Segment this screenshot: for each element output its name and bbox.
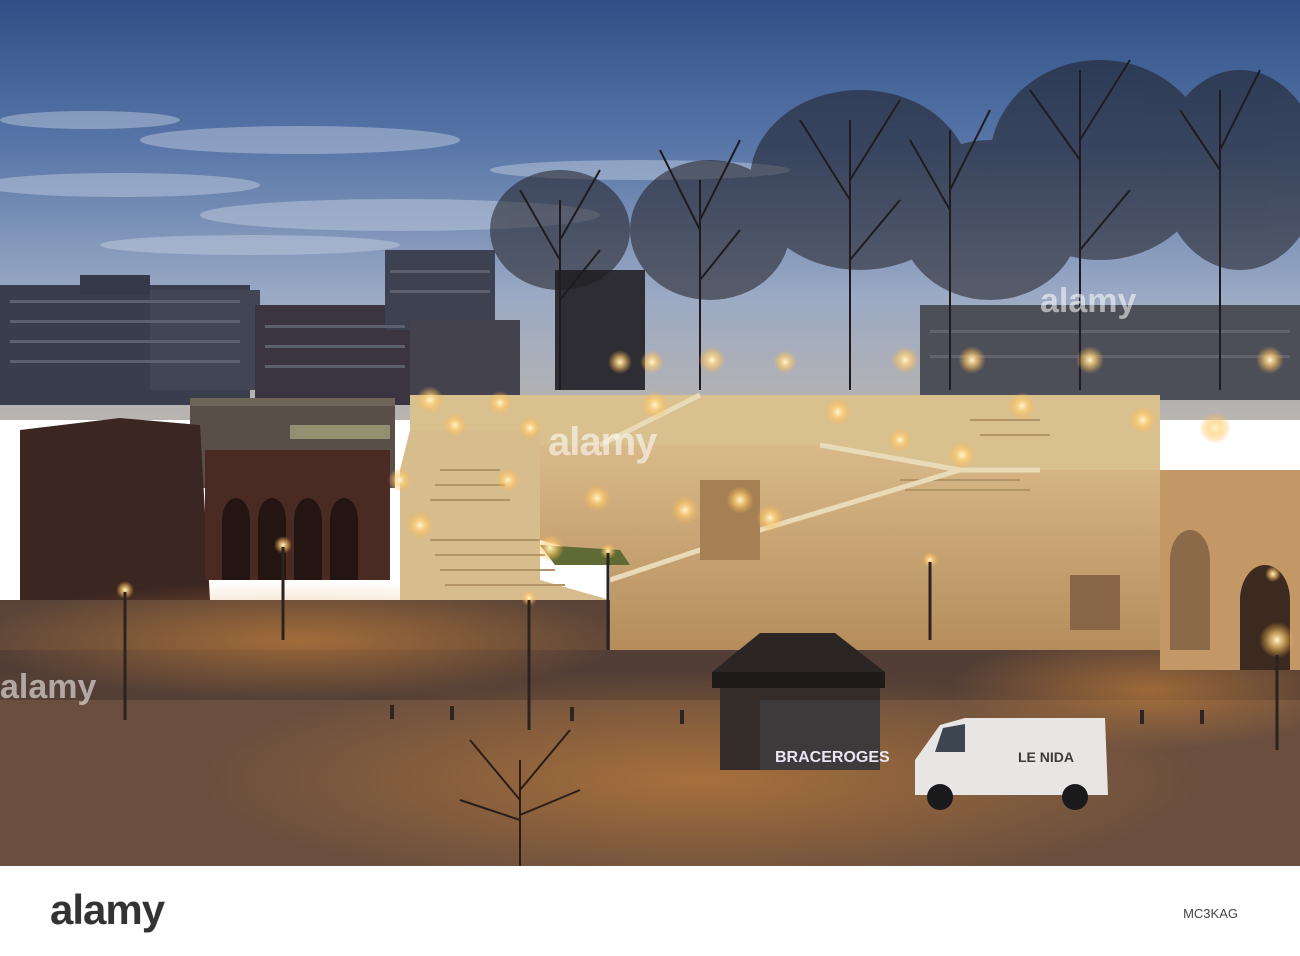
image-id: MC3KAG — [1183, 906, 1238, 921]
footer-bar: alamy MC3KAG — [0, 866, 1300, 956]
graffiti-text: BRACEROGES — [775, 749, 890, 766]
alamy-logo: alamy — [50, 886, 165, 933]
night-scene: BRACEROGES LE NIDA — [0, 0, 1300, 866]
photo: BRACEROGES LE NIDA alamy alamy alamy — [0, 0, 1300, 866]
van-lettering: LE NIDA — [1018, 749, 1074, 765]
